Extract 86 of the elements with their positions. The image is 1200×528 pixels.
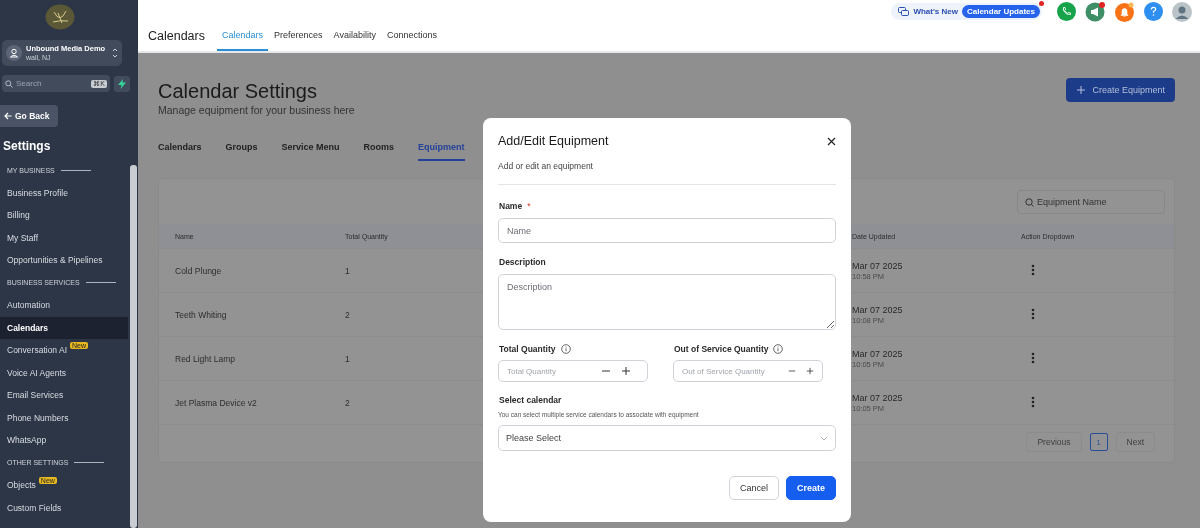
more-icon[interactable]	[1031, 307, 1035, 320]
arrow-left-icon	[4, 112, 12, 120]
sidebar-item[interactable]: Automation	[0, 294, 128, 317]
field-label: Description	[499, 257, 546, 267]
nav-tab[interactable]: Connections	[381, 30, 442, 51]
plus-icon[interactable]	[621, 366, 631, 376]
info-icon	[773, 344, 784, 354]
create-equipment-button[interactable]: Create Equipment	[1066, 78, 1175, 102]
quantity-input[interactable]: Out of Service Quantity	[682, 364, 778, 378]
settings-tab[interactable]: Groups	[225, 142, 258, 161]
table-cell: Jet Plasma Device v2	[175, 397, 257, 408]
sidebar-item[interactable]: Calendars	[0, 316, 128, 339]
sidebar-item[interactable]: Opportunities & Pipelines	[0, 249, 128, 272]
quick-action-button[interactable]	[114, 75, 130, 92]
create-button[interactable]: Create	[786, 476, 836, 500]
date-text: Mar 07 2025	[852, 348, 903, 359]
scrollbar[interactable]	[130, 165, 137, 528]
sidebar-item[interactable]: Voice AI Agents	[0, 361, 128, 384]
logo-icon[interactable]	[45, 4, 75, 30]
name-field[interactable]: Name	[498, 218, 836, 243]
sidebar-item[interactable]: Custom Fields	[0, 496, 128, 519]
go-back-button[interactable]: Go Back	[0, 105, 58, 127]
date-text: Mar 07 2025	[852, 260, 903, 271]
table-cell: Red Light Lamp	[175, 353, 235, 364]
field-label: Out of Service Quantity	[674, 344, 769, 354]
search-field[interactable]: Equipment Name	[1017, 190, 1165, 214]
avatar-icon[interactable]	[1172, 1, 1192, 22]
phone-icon[interactable]	[1057, 2, 1076, 21]
settings-tab[interactable]: Service Menu	[281, 142, 340, 161]
chat-icon	[898, 6, 910, 17]
more-icon[interactable]	[1031, 395, 1035, 408]
close-icon[interactable]	[827, 136, 836, 146]
search-icon	[5, 79, 13, 88]
sidebar-item[interactable]: Billing	[0, 204, 128, 227]
notification-dot	[1039, 1, 1044, 6]
previous-button[interactable]: Previous	[1026, 432, 1082, 452]
table-cell: 1	[345, 265, 350, 276]
plus-icon[interactable]	[806, 366, 814, 376]
bell-icon[interactable]	[1115, 1, 1135, 22]
info-icon	[560, 344, 571, 354]
cancel-button[interactable]: Cancel	[728, 476, 779, 500]
sidebar-item[interactable]: WhatsApp	[0, 429, 128, 452]
help-icon[interactable]	[1144, 2, 1163, 21]
calendar-select[interactable]: Please Select	[498, 425, 836, 451]
modal-title: Add/Edit Equipment	[498, 134, 609, 148]
sidebar-title: Settings	[3, 139, 52, 153]
date-text: Mar 07 2025	[852, 304, 903, 315]
more-icon[interactable]	[1031, 351, 1035, 364]
sidebar-item[interactable]: Business Profile	[0, 181, 128, 204]
settings-tab[interactable]: Calendars	[158, 142, 202, 161]
field-label: Name	[499, 201, 523, 211]
table-cell: 2	[345, 309, 350, 320]
date-text: Mar 07 2025	[852, 392, 903, 403]
more-icon[interactable]	[1031, 263, 1035, 276]
chevron-down-icon	[820, 435, 828, 441]
nav-tab[interactable]: Availability	[328, 30, 381, 51]
field-label: Select calendar	[499, 395, 562, 405]
table-cell: Teeth Whiting	[175, 309, 227, 320]
table-cell: 1	[345, 353, 350, 364]
table-cell: Cold Plunge	[175, 265, 222, 276]
user-icon	[6, 45, 22, 61]
table-cell: 2	[345, 397, 350, 408]
page-title: Calendars	[148, 29, 205, 43]
sidebar-item[interactable]: Email Services	[0, 384, 128, 407]
sidebar-item[interactable]: Phone Numbers	[0, 406, 128, 429]
plus-icon[interactable]	[1076, 85, 1087, 95]
megaphone-icon[interactable]	[1085, 1, 1106, 22]
required-mark: *	[527, 201, 531, 211]
updates-pill[interactable]: Calendar Updates	[961, 5, 1040, 18]
quantity-input[interactable]: Total Quantity	[507, 364, 591, 378]
settings-tab[interactable]: Rooms	[363, 142, 395, 161]
sidebar-item[interactable]: My Staff	[0, 226, 128, 249]
modal-subtitle: Add or edit an equipment	[498, 161, 594, 171]
whats-new-link[interactable]: What's New	[913, 7, 958, 16]
chevron-icon	[112, 47, 118, 59]
page-heading: Calendar Settings	[158, 80, 317, 103]
nav-tab[interactable]: Calendars	[217, 30, 268, 51]
quantity-field[interactable]: Total Quantity	[498, 360, 648, 382]
search-icon	[1025, 197, 1034, 207]
description-field[interactable]: Description	[498, 274, 836, 330]
nav-tab[interactable]: Preferences	[269, 30, 328, 51]
next-button[interactable]: Next	[1115, 432, 1155, 452]
quantity-field[interactable]: Out of Service Quantity	[673, 360, 823, 382]
field-label: Total Quantity	[499, 344, 556, 354]
page-subtitle: Manage equipment for your business here	[158, 104, 355, 116]
lightning-icon	[118, 78, 126, 89]
